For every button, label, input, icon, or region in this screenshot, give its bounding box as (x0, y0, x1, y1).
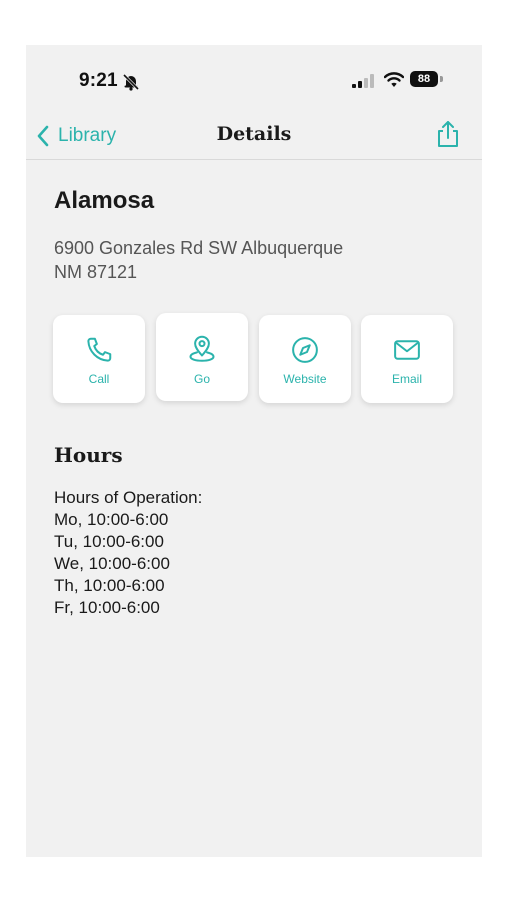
navigation-bar: Library Details (26, 115, 482, 160)
hours-line: We, 10:00-6:00 (54, 554, 170, 573)
email-label: Email (391, 372, 422, 386)
go-label: Go (193, 372, 210, 386)
hours-heading: Hours (54, 443, 123, 467)
battery-icon: 88 (410, 71, 444, 89)
map-pin-icon (189, 335, 215, 362)
hours-line: Tu, 10:00-6:00 (54, 532, 164, 551)
website-button[interactable]: Website (259, 315, 351, 403)
website-label: Website (283, 372, 327, 386)
call-button[interactable]: Call (53, 315, 145, 403)
address-line-2: NM 87121 (54, 262, 138, 282)
address-line-1: 6900 Gonzales Rd SW Albuquerque (54, 238, 344, 258)
place-name: Alamosa (54, 187, 155, 214)
place-address: 6900 Gonzales Rd SW Albuquerque NM 87121 (54, 236, 414, 284)
hours-header: Hours of Operation: (54, 488, 203, 507)
bell-slash-icon (122, 73, 140, 91)
hours-line: Mo, 10:00-6:00 (54, 510, 169, 529)
status-bar: 9:21 88 (26, 45, 482, 115)
email-button[interactable]: Email (361, 315, 453, 403)
wifi-icon (384, 72, 404, 87)
hours-line: Fr, 10:00-6:00 (54, 598, 160, 617)
phone-icon (87, 337, 112, 362)
compass-icon (292, 337, 318, 363)
page-title: Details (216, 123, 292, 145)
go-button[interactable]: Go (156, 313, 248, 401)
battery-level: 88 (410, 71, 438, 87)
hours-list: Hours of Operation: Mo, 10:00-6:00 Tu, 1… (54, 487, 202, 619)
status-time: 9:21 (79, 70, 118, 91)
cellular-signal-icon (352, 74, 374, 88)
envelope-icon (394, 340, 420, 360)
action-buttons: Call Go Website Email (53, 313, 455, 405)
phone-screen: 9:21 88 Library Details Alamosa 6900 Gon… (26, 45, 482, 857)
hours-line: Th, 10:00-6:00 (54, 576, 165, 595)
share-icon[interactable] (434, 119, 462, 149)
call-label: Call (88, 372, 110, 386)
